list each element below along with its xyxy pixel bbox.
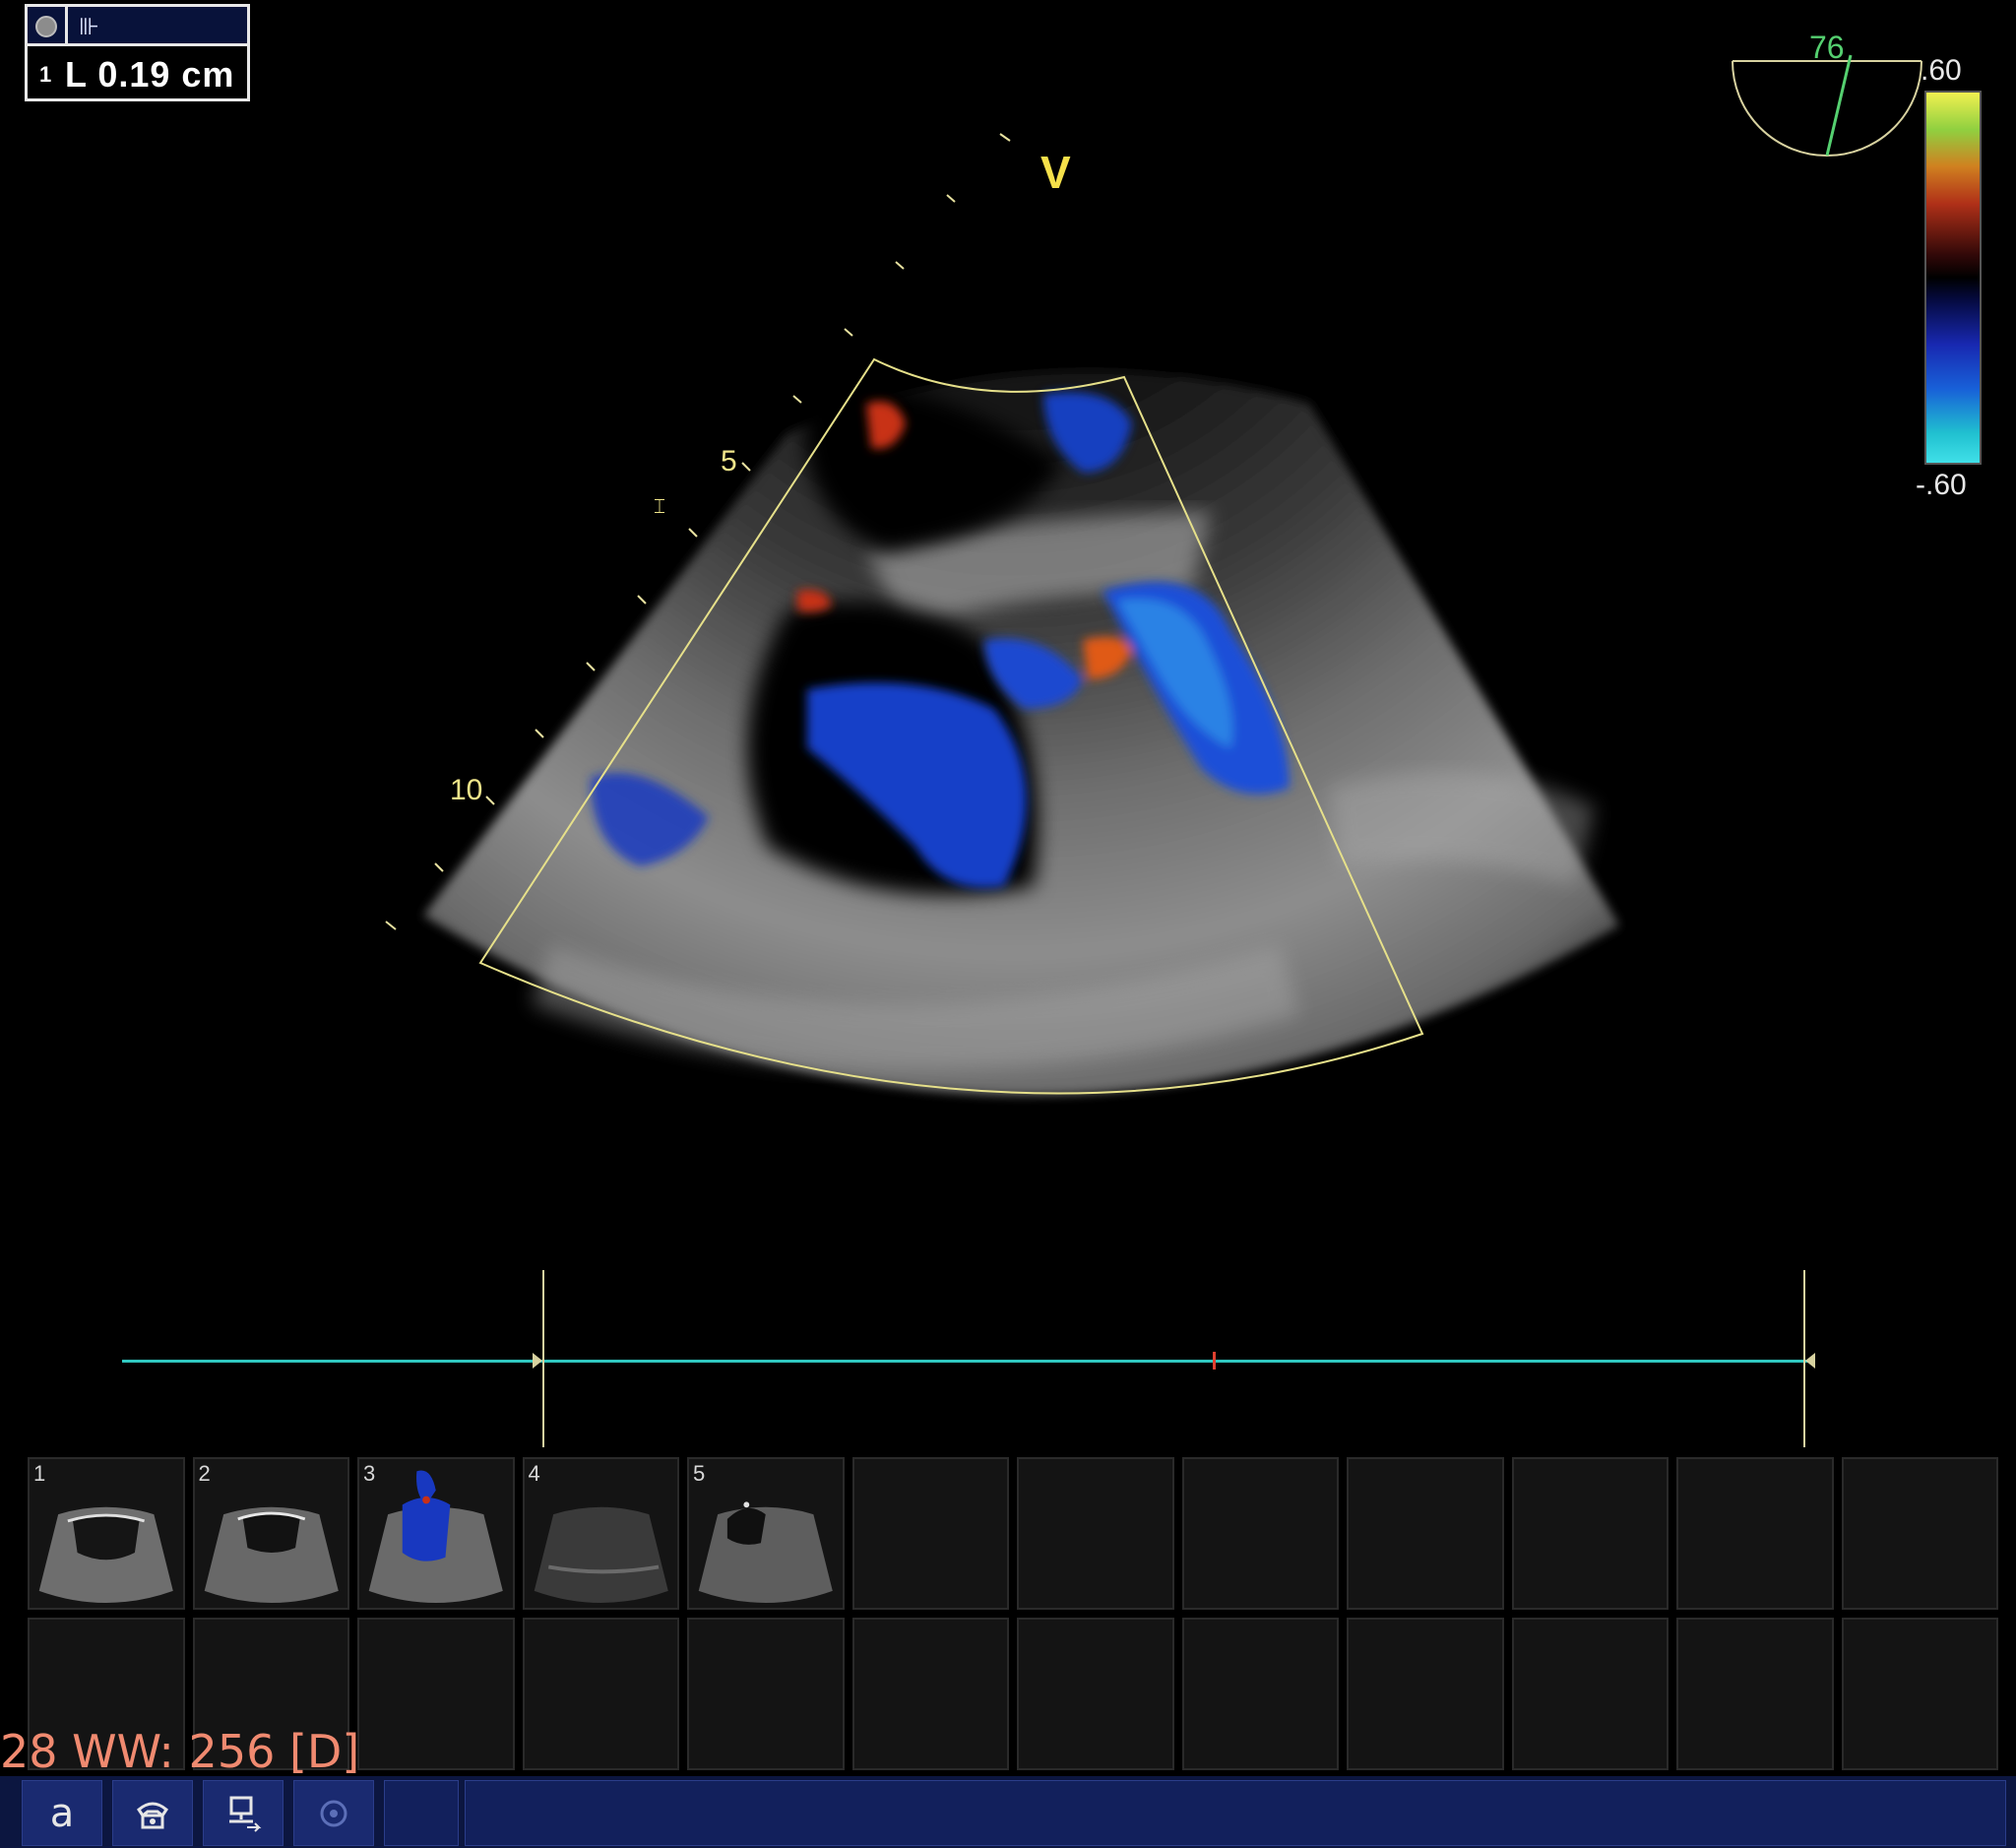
cine-playhead[interactable] — [1213, 1352, 1216, 1370]
cine-timeline[interactable] — [122, 1360, 1810, 1363]
empty-thumbnail-slot[interactable] — [1676, 1457, 1834, 1610]
probe-angle-indicator — [1732, 54, 1922, 157]
target-button[interactable] — [293, 1780, 374, 1846]
color-scale-min: -.60 — [1916, 469, 1967, 501]
toolbar-spacer — [384, 1780, 459, 1846]
text-annotation-icon: a — [49, 1790, 75, 1836]
depth-label-5: 5 — [721, 445, 737, 478]
empty-thumbnail-slot[interactable] — [1017, 1618, 1174, 1770]
thumbnail-2[interactable]: 2 — [192, 1457, 349, 1610]
color-velocity-bar — [1924, 91, 1982, 465]
probe-orientation-marker: V — [1040, 147, 1071, 198]
empty-thumbnail-slot[interactable] — [1181, 1457, 1339, 1610]
empty-thumbnail-slot[interactable] — [1511, 1618, 1669, 1770]
thumbnail-5[interactable]: 5 — [687, 1457, 845, 1610]
ultrasound-screen: ⊪ 1 L 0.19 cm ⌶ 5 10 V 76 .60 -.60 1 2 3… — [0, 0, 2016, 1848]
empty-thumbnail-slot[interactable] — [851, 1618, 1009, 1770]
empty-thumbnail-slot[interactable] — [851, 1457, 1009, 1610]
empty-thumbnail-slot[interactable] — [1511, 1457, 1669, 1610]
color-scale-max: .60 — [1921, 54, 1962, 87]
empty-thumbnail-slot[interactable] — [522, 1618, 679, 1770]
cine-start-bracket[interactable] — [542, 1270, 544, 1447]
ultrasound-thumbnail-icon — [534, 1506, 668, 1603]
cine-start-arrow-icon — [533, 1353, 542, 1369]
empty-thumbnail-slot[interactable] — [1347, 1457, 1504, 1610]
phone-button[interactable] — [112, 1780, 193, 1846]
depth-label-10: 10 — [450, 774, 483, 806]
clipboard-thumbnails: 1 2 3 4 5 — [28, 1457, 1998, 1770]
thumbnail-1[interactable]: 1 — [28, 1457, 185, 1610]
empty-thumbnail-slot[interactable] — [1017, 1457, 1174, 1610]
empty-thumbnail-slot[interactable] — [1676, 1618, 1834, 1770]
empty-thumbnail-slot[interactable] — [1841, 1457, 1998, 1610]
text-annotation-button[interactable]: a — [22, 1780, 102, 1846]
toolbar-status-area — [465, 1780, 2006, 1846]
probe-angle-value: 76 — [1809, 30, 1845, 65]
color-doppler-thumbnail-icon — [368, 1470, 503, 1603]
empty-thumbnail-slot[interactable] — [1347, 1618, 1504, 1770]
cine-end-arrow-icon — [1805, 1353, 1815, 1369]
empty-thumbnail-slot[interactable] — [1181, 1618, 1339, 1770]
ultrasound-thumbnail-icon — [698, 1501, 833, 1603]
thumbnail-4[interactable]: 4 — [522, 1457, 679, 1610]
ultrasound-image[interactable]: ⌶ — [0, 0, 2016, 1181]
network-computer-icon — [229, 1796, 262, 1832]
empty-thumbnail-slot[interactable] — [1841, 1618, 1998, 1770]
ultrasound-thumbnail-icon — [38, 1506, 173, 1603]
empty-thumbnail-slot[interactable] — [357, 1618, 515, 1770]
target-icon — [320, 1800, 347, 1826]
phone-icon — [137, 1802, 168, 1828]
window-level-status: 28 WW: 256 [D] — [0, 1725, 360, 1778]
bottom-toolbar: a — [0, 1776, 2016, 1848]
empty-thumbnail-slot[interactable] — [687, 1618, 845, 1770]
focus-marker: ⌶ — [654, 494, 665, 518]
thumbnail-3[interactable]: 3 — [357, 1457, 515, 1610]
network-button[interactable] — [203, 1780, 284, 1846]
ultrasound-thumbnail-icon — [204, 1506, 339, 1603]
